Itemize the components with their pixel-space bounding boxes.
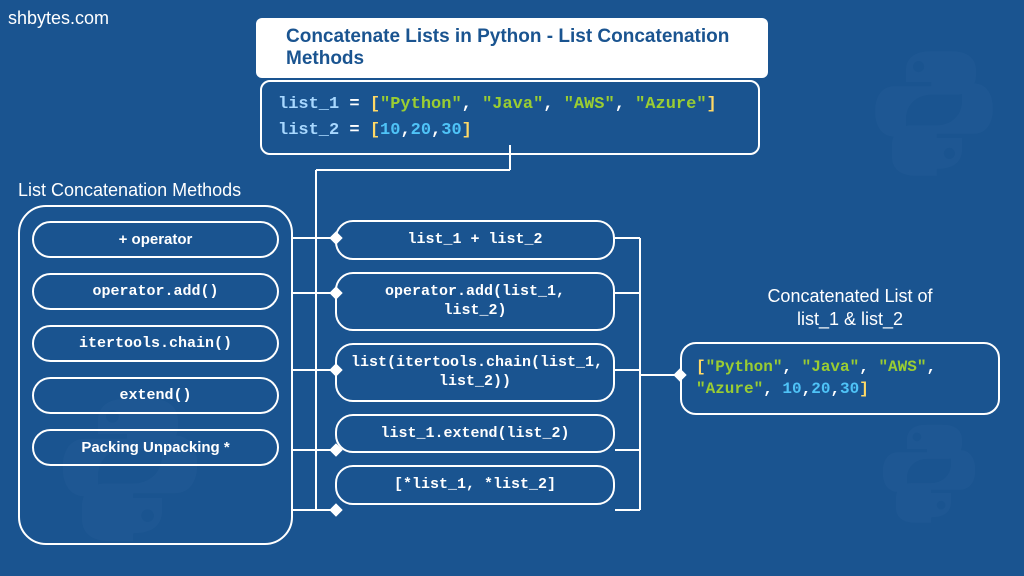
example-plus: list_1 + list_2: [335, 220, 615, 260]
method-plus-operator: + operator: [32, 221, 279, 258]
method-packing-unpacking: Packing Unpacking *: [32, 429, 279, 466]
methods-heading: List Concatenation Methods: [18, 180, 241, 201]
methods-group: + operator operator.add() itertools.chai…: [18, 205, 293, 545]
method-extend: extend(): [32, 377, 279, 414]
example-extend: list_1.extend(list_2): [335, 414, 615, 454]
list-definition-box: list_1 = ["Python", "Java", "AWS", "Azur…: [260, 80, 760, 155]
var2: list_2: [278, 121, 339, 140]
example-unpacking: [*list_1, *list_2]: [335, 465, 615, 505]
result-heading: Concatenated List of list_1 & list_2: [710, 285, 990, 332]
example-operator-add: operator.add(list_1, list_2): [335, 272, 615, 331]
examples-group: list_1 + list_2 operator.add(list_1, lis…: [335, 220, 615, 505]
page-title: Concatenate Lists in Python - List Conca…: [256, 18, 768, 78]
var1: list_1: [278, 95, 339, 114]
example-itertools-chain: list(itertools.chain(list_1, list_2)): [335, 343, 615, 402]
result-box: ["Python", "Java", "AWS", "Azure", 10,20…: [680, 342, 1000, 415]
python-logo-watermark: [864, 40, 1004, 180]
method-itertools-chain: itertools.chain(): [32, 325, 279, 362]
brand-label: shbytes.com: [8, 8, 109, 29]
python-logo-watermark: [874, 416, 984, 526]
method-operator-add: operator.add(): [32, 273, 279, 310]
